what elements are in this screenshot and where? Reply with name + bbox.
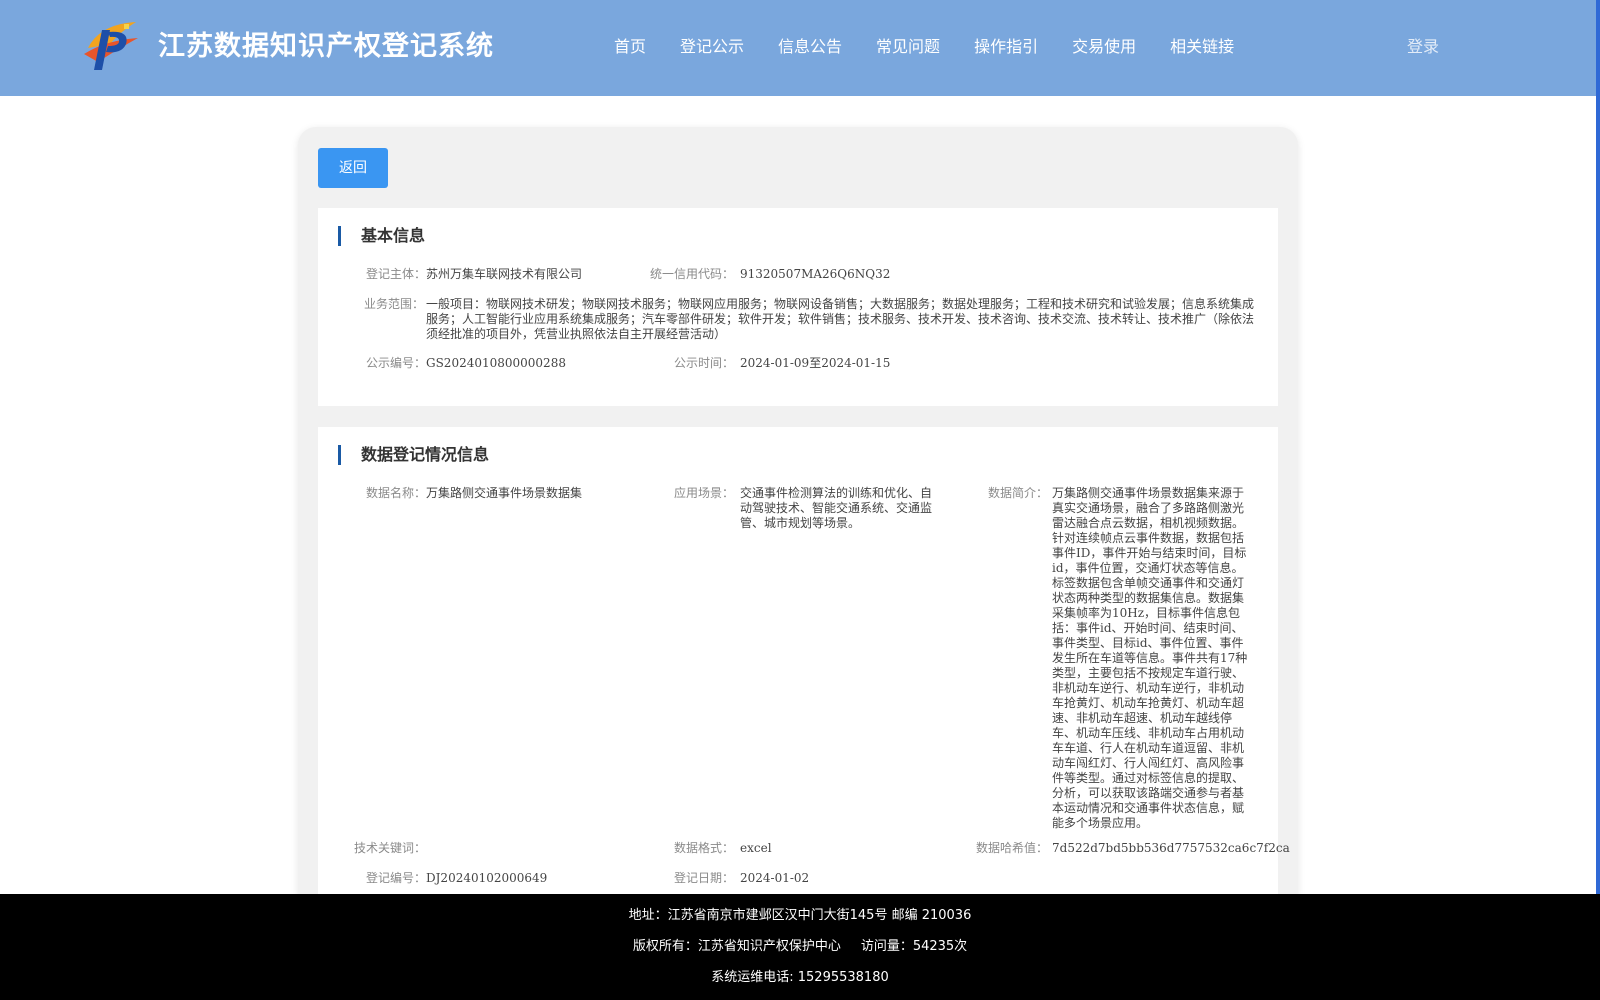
reg-date-value: 2024-01-02 xyxy=(740,871,810,885)
nav-registration-public[interactable]: 登记公示 xyxy=(680,0,744,96)
footer-copyright: 版权所有：江苏省知识产权保护中心 xyxy=(632,939,841,954)
footer-phone: 系统运维电话: 15295538180 xyxy=(711,970,889,985)
scope-label: 业务范围： xyxy=(363,297,424,311)
logo-icon[interactable] xyxy=(80,18,142,72)
basic-info-panel: 基本信息 登记主体： 苏州万集车联网技术有限公司 统一信用代码： 9132050… xyxy=(318,208,1278,406)
format-label: 数据格式： xyxy=(673,841,734,855)
login-link[interactable]: 登录 xyxy=(1407,0,1439,94)
credit-code-label: 统一信用代码： xyxy=(649,267,734,281)
scope-value: 一般项目：物联网技术研发；物联网技术服务；物联网应用服务；物联网设备销售；大数据… xyxy=(426,297,1255,341)
footer: 地址：江苏省南京市建邺区汉中门大街145号 邮编 210036 版权所有：江苏省… xyxy=(0,894,1600,1000)
subject-value: 苏州万集车联网技术有限公司 xyxy=(426,267,583,281)
notice-no-value: GS2024010800000288 xyxy=(426,356,566,370)
footer-visits: 访问量：54235次 xyxy=(860,939,968,954)
top-header: 江苏数据知识产权登记系统 首页 登记公示 信息公告 常见问题 操作指引 交易使用… xyxy=(0,0,1596,96)
data-name-label: 数据名称： xyxy=(365,486,426,500)
nav-faq[interactable]: 常见问题 xyxy=(876,0,940,96)
scrollbar[interactable] xyxy=(1596,0,1600,1000)
reg-date-label: 登记日期： xyxy=(673,871,734,885)
reg-no-label: 登记编号： xyxy=(365,871,426,885)
data-info-title: 数据登记情况信息 xyxy=(338,445,489,465)
back-button[interactable]: 返回 xyxy=(318,148,388,188)
hash-value: 7d522d7bd5bb536d7757532ca6c7f2ca xyxy=(1052,841,1290,855)
detail-card: 返回 基本信息 登记主体： 苏州万集车联网技术有限公司 统一信用代码： 9132… xyxy=(298,127,1298,907)
nav-trading[interactable]: 交易使用 xyxy=(1072,0,1136,96)
nav-home[interactable]: 首页 xyxy=(614,0,646,96)
reg-no-value: DJ20240102000649 xyxy=(426,871,548,885)
credit-code-value: 91320507MA26Q6NQ32 xyxy=(740,267,891,281)
footer-address: 地址：江苏省南京市建邺区汉中门大街145号 邮编 210036 xyxy=(628,908,972,923)
nav-announcements[interactable]: 信息公告 xyxy=(778,0,842,96)
keywords-label: 技术关键词： xyxy=(353,841,426,855)
site-title: 江苏数据知识产权登记系统 xyxy=(158,31,494,62)
notice-no-label: 公示编号： xyxy=(365,356,426,370)
basic-info-title: 基本信息 xyxy=(338,226,425,246)
notice-time-value: 2024-01-09至2024-01-15 xyxy=(740,356,891,370)
notice-time-label: 公示时间： xyxy=(673,356,734,370)
main-nav: 首页 登记公示 信息公告 常见问题 操作指引 交易使用 相关链接 xyxy=(614,0,1268,96)
scene-value: 交通事件检测算法的训练和优化、自动驾驶技术、智能交通系统、交通监管、城市规划等场… xyxy=(740,486,933,530)
footer-copyright-row: 版权所有：江苏省知识产权保护中心 访问量：54235次 xyxy=(0,935,1600,954)
hash-label: 数据哈希值： xyxy=(975,841,1048,855)
intro-value: 万集路侧交通事件场景数据集来源于真实交通场景，融合了多路路侧激光雷达融合点云数据… xyxy=(1052,486,1248,830)
nav-links[interactable]: 相关链接 xyxy=(1170,0,1234,96)
scene-label: 应用场景： xyxy=(673,486,734,500)
format-value: excel xyxy=(740,841,772,855)
subject-label: 登记主体： xyxy=(365,267,426,281)
nav-guide[interactable]: 操作指引 xyxy=(974,0,1038,96)
intro-label: 数据简介： xyxy=(987,486,1048,500)
data-info-panel: 数据登记情况信息 数据名称： 万集路侧交通事件场景数据集 应用场景： 交通事件检… xyxy=(318,427,1290,907)
data-name-value: 万集路侧交通事件场景数据集 xyxy=(426,486,583,500)
